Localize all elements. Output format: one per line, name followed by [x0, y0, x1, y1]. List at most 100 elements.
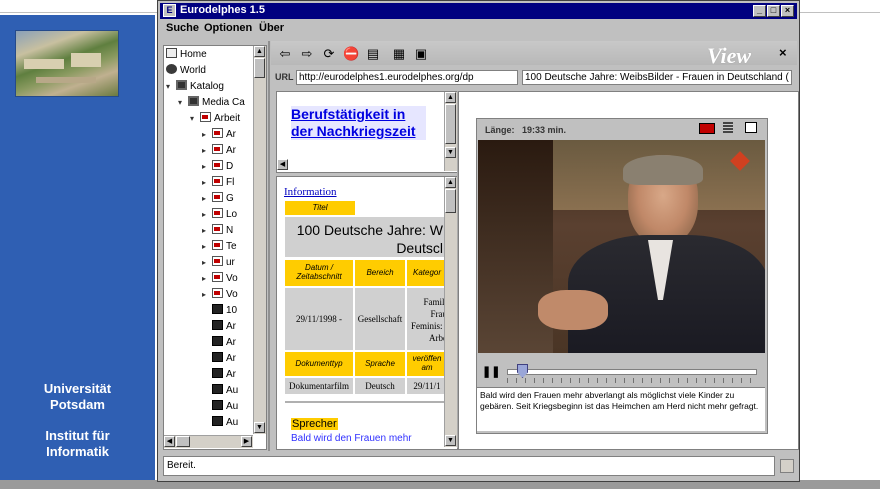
- hscroll-thumb[interactable]: [176, 436, 190, 447]
- collapsed-arrow-icon[interactable]: ▸: [202, 258, 212, 267]
- collapsed-arrow-icon[interactable]: ▸: [202, 226, 212, 235]
- tree-item[interactable]: 10: [202, 304, 237, 320]
- back-arrow-icon[interactable]: ⇦: [277, 46, 293, 62]
- seek-track[interactable]: [507, 369, 757, 375]
- video-frame[interactable]: [478, 140, 765, 353]
- tree-item[interactable]: ▸ Te: [202, 240, 237, 256]
- collapsed-arrow-icon[interactable]: ▸: [202, 130, 212, 139]
- scroll-right-icon[interactable]: ▶: [241, 436, 252, 447]
- col-header-sprache: Sprache: [355, 352, 405, 376]
- forward-arrow-icon[interactable]: ⇨: [299, 46, 315, 62]
- tree-item[interactable]: ▸ Ar: [202, 128, 236, 144]
- seek-thumb[interactable]: [517, 364, 528, 378]
- tree-item[interactable]: ▸ Ar: [202, 144, 236, 160]
- save-icon[interactable]: ▤: [365, 46, 381, 62]
- tree-item[interactable]: ▸ Lo: [202, 208, 237, 224]
- tree-item[interactable]: ▸ ur: [202, 256, 235, 272]
- info-pane-scrollbar[interactable]: ▲ ▼: [444, 177, 457, 447]
- tree-item[interactable]: Au: [202, 416, 238, 432]
- catalog-tree[interactable]: Home World ▾ Katalog ▾ Media Ca ▾ Arbeit ▸ Ar ▸ Ar ▸…: [163, 45, 267, 450]
- bookmark-icon[interactable]: ▦: [391, 46, 407, 62]
- tree-item-label: D: [226, 161, 234, 172]
- tree-item[interactable]: World: [166, 64, 206, 80]
- collapsed-arrow-icon[interactable]: ▸: [202, 290, 212, 299]
- tree-item[interactable]: ▸ D: [202, 160, 233, 176]
- tree-vertical-scrollbar[interactable]: ▲ ▼: [253, 46, 266, 434]
- tree-item-label: Au: [226, 417, 239, 428]
- tree-horizontal-scrollbar[interactable]: ◀ ▶: [164, 435, 253, 448]
- tree-item[interactable]: Au: [202, 384, 238, 400]
- title-bar[interactable]: E Eurodelphes 1.5 _ □ ×: [160, 3, 797, 19]
- catalog-icon: [176, 80, 187, 90]
- scroll-thumb[interactable]: [445, 189, 456, 213]
- titel-header: Titel: [285, 201, 355, 215]
- tree-item[interactable]: Ar: [202, 368, 236, 384]
- cell-dokumenttyp: Dokumentarfilm: [285, 378, 353, 394]
- scroll-left-icon[interactable]: ◀: [277, 159, 288, 170]
- tree-item-label: Home: [180, 49, 207, 60]
- collapsed-arrow-icon[interactable]: ▸: [202, 274, 212, 283]
- tree-item-label: Vo: [226, 289, 238, 300]
- tree-item[interactable]: ▸ G: [202, 192, 234, 208]
- tree-item[interactable]: Ar: [202, 320, 236, 336]
- view-close-icon[interactable]: ×: [779, 45, 787, 60]
- tree-item[interactable]: Ar: [202, 336, 236, 352]
- scroll-down-icon[interactable]: ▼: [254, 422, 265, 433]
- collapsed-arrow-icon[interactable]: ▸: [202, 242, 212, 251]
- scroll-down-icon[interactable]: ▼: [445, 435, 456, 446]
- scroll-down-icon[interactable]: ▼: [445, 147, 456, 158]
- link-pane-scrollbar[interactable]: ▲ ▼: [444, 92, 457, 171]
- scroll-left-icon[interactable]: ◀: [164, 436, 175, 447]
- tree-item[interactable]: ▸ Vo: [202, 272, 238, 288]
- length-value: 19:33 min.: [522, 125, 567, 135]
- scroll-up-icon[interactable]: ▲: [445, 177, 456, 188]
- scroll-thumb[interactable]: [445, 104, 456, 144]
- sprecher-text: Bald wird den Frauen mehr: [291, 433, 412, 444]
- menu-optionen[interactable]: Optionen: [204, 22, 252, 34]
- tree-item[interactable]: ▾ Katalog: [166, 80, 224, 96]
- layers-icon[interactable]: [723, 122, 733, 133]
- tree-item[interactable]: ▾ Media Ca: [178, 96, 245, 112]
- tree-item[interactable]: ▸ Fl: [202, 176, 234, 192]
- expanded-arrow-icon[interactable]: ▾: [190, 114, 200, 123]
- tree-item[interactable]: Home: [166, 48, 207, 64]
- expanded-arrow-icon[interactable]: ▾: [178, 98, 188, 107]
- collapsed-arrow-icon[interactable]: ▸: [202, 194, 212, 203]
- film-strip-icon[interactable]: [699, 123, 715, 134]
- menu-suche[interactable]: Suche: [166, 22, 199, 34]
- tree-item-label: N: [226, 225, 234, 236]
- cell-sprache: Deutsch: [355, 378, 405, 394]
- maximize-button[interactable]: □: [767, 5, 780, 17]
- menu-ueber[interactable]: Über: [259, 22, 284, 34]
- document-icon: [212, 256, 223, 266]
- page-title-field[interactable]: 100 Deutsche Jahre: WeibsBilder - Frauen…: [522, 70, 792, 85]
- scroll-thumb[interactable]: [254, 58, 265, 78]
- splitter[interactable]: [268, 41, 270, 451]
- reload-icon[interactable]: ⟳: [321, 46, 337, 62]
- collapsed-arrow-icon[interactable]: ▸: [202, 162, 212, 171]
- print-icon[interactable]: ▣: [413, 46, 429, 62]
- stop-icon[interactable]: ⛔: [343, 46, 359, 62]
- fullscreen-icon[interactable]: [745, 122, 757, 133]
- expanded-arrow-icon[interactable]: ▾: [166, 82, 176, 91]
- close-button[interactable]: ×: [781, 5, 794, 17]
- collapsed-arrow-icon[interactable]: ▸: [202, 178, 212, 187]
- tree-item-label: Media Ca: [202, 97, 245, 108]
- collapsed-arrow-icon[interactable]: ▸: [202, 210, 212, 219]
- view-label: View: [707, 43, 752, 68]
- pause-icon[interactable]: ❚❚: [482, 365, 500, 378]
- scroll-up-icon[interactable]: ▲: [254, 46, 265, 57]
- scroll-up-icon[interactable]: ▲: [445, 92, 456, 103]
- url-input[interactable]: http://eurodelphes1.eurodelphes.org/dp: [296, 70, 518, 85]
- tree-item-label: Ar: [226, 353, 236, 364]
- minimize-button[interactable]: _: [753, 5, 766, 17]
- tree-item[interactable]: ▸ Vo: [202, 288, 238, 304]
- home-icon: [166, 48, 177, 58]
- information-link[interactable]: Information: [284, 186, 337, 198]
- nav-link[interactable]: Berufstätigkeit in der Nachkriegszeit: [291, 106, 426, 140]
- tree-item[interactable]: ▸ N: [202, 224, 233, 240]
- collapsed-arrow-icon[interactable]: ▸: [202, 146, 212, 155]
- tree-item[interactable]: ▾ Arbeit: [190, 112, 240, 128]
- tree-item[interactable]: Ar: [202, 352, 236, 368]
- tree-item[interactable]: Au: [202, 400, 238, 416]
